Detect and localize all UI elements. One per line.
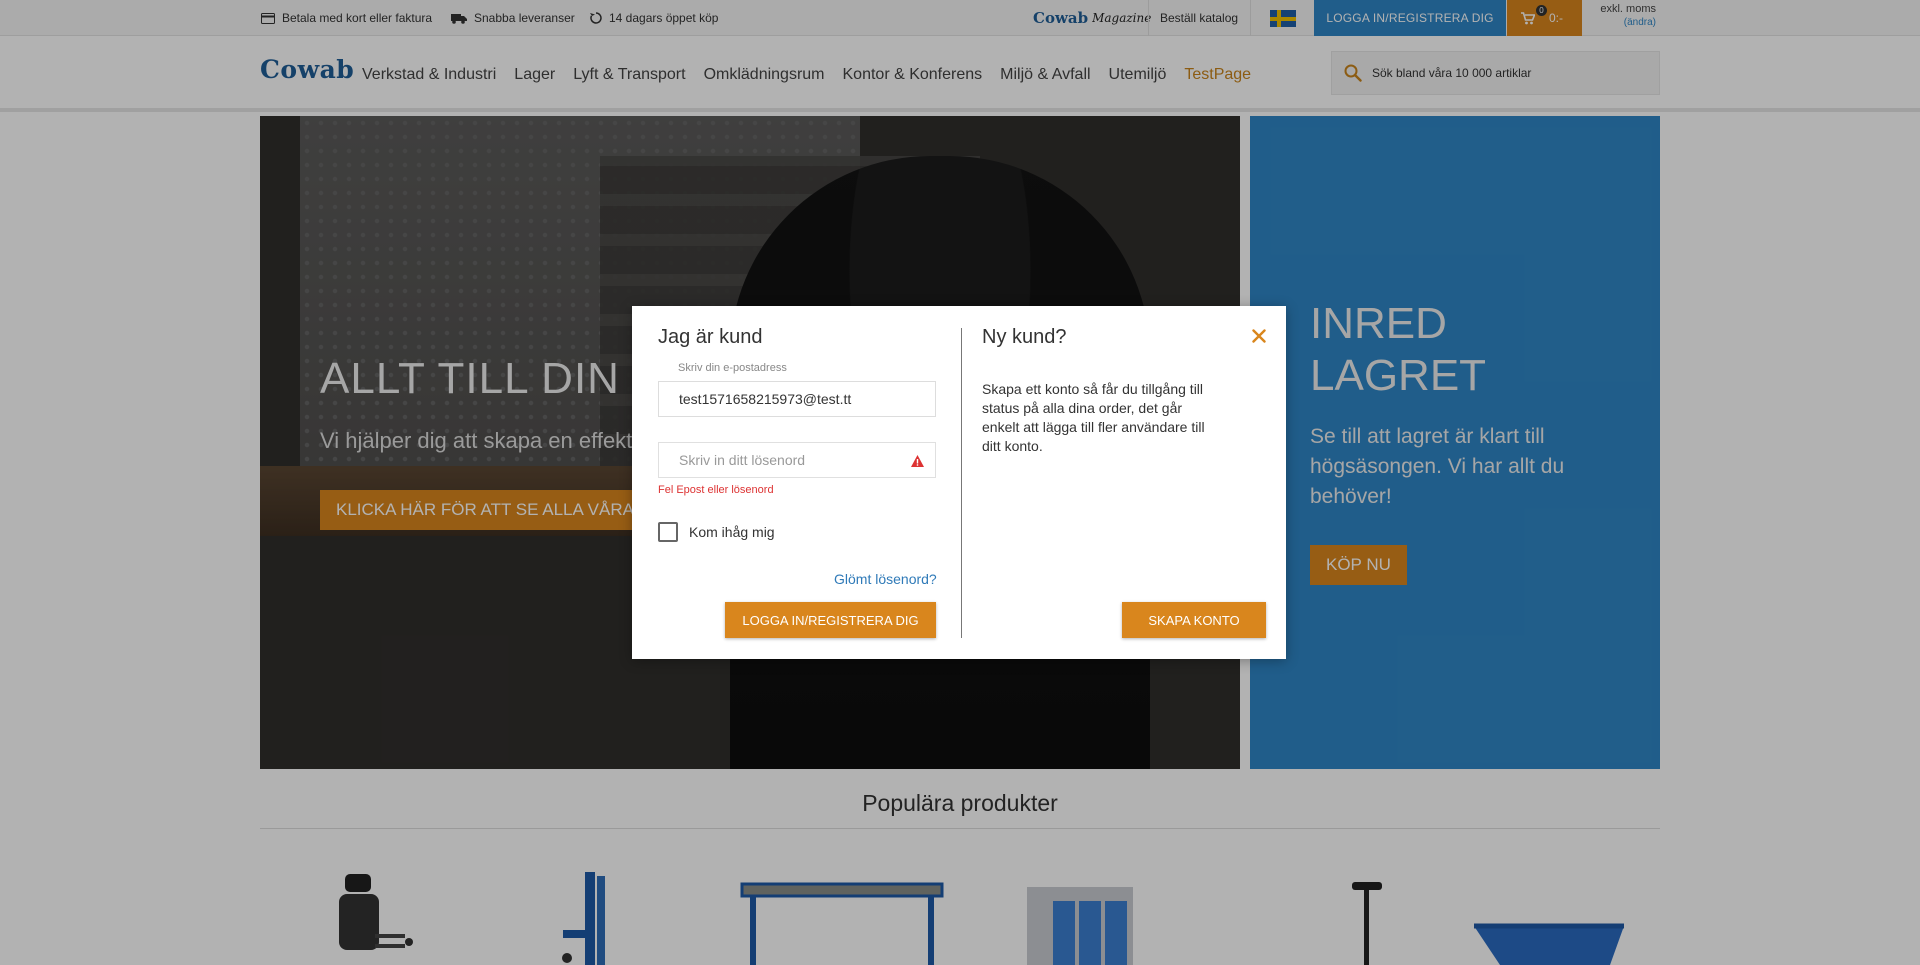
remember-me-checkbox[interactable] — [658, 522, 678, 542]
password-field[interactable] — [658, 442, 936, 478]
warning-icon — [911, 455, 924, 467]
new-customer-text: Skapa ett konto så får du tillgång till … — [982, 381, 1205, 454]
login-error-text: Fel Epost eller lösenord — [658, 484, 774, 496]
remember-me-label[interactable]: Kom ihåg mig — [689, 524, 775, 540]
forgot-password-link[interactable]: Glömt lösenord? — [834, 571, 937, 587]
modal-column-divider — [961, 328, 962, 638]
create-account-button[interactable]: SKAPA KONTO — [1122, 602, 1266, 638]
email-label: Skriv din e-postadress — [678, 362, 787, 374]
close-icon[interactable] — [1252, 329, 1266, 343]
close-modal-button[interactable] — [1249, 326, 1269, 346]
modal-login-button[interactable]: LOGGA IN/REGISTRERA DIG — [725, 602, 936, 638]
login-heading: Jag är kund — [658, 326, 763, 348]
new-customer-heading: Ny kund? — [982, 326, 1067, 348]
email-field[interactable] — [658, 381, 936, 417]
login-modal: Jag är kund Skriv din e-postadress Fel E… — [632, 306, 1286, 659]
